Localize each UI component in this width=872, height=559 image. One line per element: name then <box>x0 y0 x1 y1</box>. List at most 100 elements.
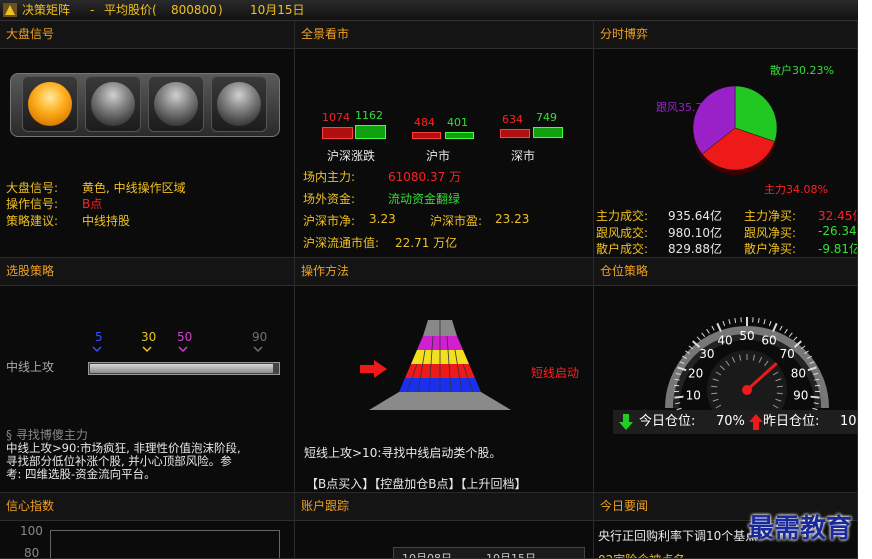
panel-market-signal: 大盘信号 大盘信号: 黄色, 中线操作区域 操作信号: B点 策略建议: 中线持… <box>0 21 295 258</box>
sh-red-count: 484 <box>414 116 435 129</box>
gauge-tick <box>772 322 778 332</box>
gauge-tick <box>722 320 726 326</box>
gauge-tick <box>734 317 737 324</box>
gauge-inner-tick <box>776 392 783 395</box>
updown-red-count: 1074 <box>322 111 350 124</box>
news-item-2[interactable]: 02家险企被点名 <box>598 551 685 558</box>
retail-vol-value: 829.88亿 <box>668 242 722 256</box>
retail-vol-label: 散户成交: <box>596 242 649 256</box>
method-links[interactable]: 【B点买入】【控盘加仓B点】【上升回档】 <box>306 475 526 492</box>
date-start: 10月08日 <box>402 552 452 559</box>
gauge-tick-label: 10 <box>686 389 701 403</box>
main-force-label: 场内主力: <box>303 170 356 184</box>
gauge-tick <box>768 320 772 326</box>
panel-position-strategy: 仓位策略 0102030405060708090100 今日仓位: 70% 昨日… <box>594 258 858 493</box>
news-item-1[interactable]: 央行正回购利率下调10个基点 <box>598 527 757 544</box>
gauge-tick <box>810 395 820 399</box>
panel-title: 大盘信号 <box>0 21 294 49</box>
arrow-right-icon <box>360 360 387 378</box>
marker-50-label: 50 <box>177 330 193 344</box>
yesterday-pos-value: 100% <box>840 414 857 429</box>
gauge-tick <box>784 328 788 334</box>
follow-vol-label: 跟风成交: <box>596 226 649 240</box>
panel-title: 分时博弈 <box>594 21 857 49</box>
signal-value: 黄色, 中线操作区域 <box>82 181 186 195</box>
panel-title: 信心指数 <box>0 493 294 521</box>
watermark: 最需教育 <box>748 514 853 544</box>
date-range-box[interactable]: 10月08日 10月15日 <box>393 547 585 559</box>
sz-red-count: 634 <box>502 113 523 126</box>
panel-confidence-index: 信心指数 100 80 <box>0 493 295 559</box>
cap-value: 22.71 万亿 <box>395 236 458 250</box>
today-pos-value: 70% <box>716 414 745 429</box>
marker-chevrons <box>92 346 263 353</box>
row-label: 中线上攻 <box>6 360 55 374</box>
signal-lamp-2 <box>85 76 141 132</box>
pe-label: 沪深市净: <box>303 214 356 228</box>
gauge-tick-label: 70 <box>779 347 794 361</box>
strategy-value: 中线持股 <box>82 214 131 228</box>
tick-80: 80 <box>24 546 40 559</box>
sh-red-bar <box>412 132 441 139</box>
marker-5-label: 5 <box>95 330 103 344</box>
method-desc: 短线上攻>10:寻找中线启动类个股。 <box>304 446 502 460</box>
gauge-tick <box>763 319 766 325</box>
follow-net-value: -26.34 <box>818 224 857 238</box>
main-net-label: 主力净买: <box>744 209 797 223</box>
updown-green-bar <box>355 125 386 139</box>
updown-red-bar <box>322 127 353 139</box>
start-label[interactable]: 短线启动 <box>531 364 579 381</box>
strength-bar-fill <box>90 364 273 373</box>
gauge-tick-label: 20 <box>688 366 703 380</box>
stock-code: 800800 <box>171 3 217 17</box>
today-pos-label: 今日仓位: <box>639 414 696 429</box>
sh-label: 沪市 <box>426 149 451 163</box>
marker-90-label: 90 <box>252 330 268 344</box>
title-date: 10月15日 <box>250 3 305 17</box>
gauge-inner-tick <box>776 385 783 388</box>
gauge-tick <box>701 332 706 338</box>
gauge-tick-label: 50 <box>739 329 754 343</box>
pb-value: 23.23 <box>495 212 530 226</box>
main-net-value: 32.45亿 <box>818 209 857 223</box>
panel-stock-strategy: 选股策略 5 30 50 90 中线上攻 § 寻找博傻主力 中线上攻>90:市场… <box>0 258 295 493</box>
gauge-tick <box>779 325 783 331</box>
signal-lamp-4 <box>211 76 267 132</box>
panel-title: 仓位策略 <box>594 258 857 286</box>
panel-account-tracking: 账户跟踪 10月08日 10月15日 <box>295 493 594 559</box>
gauge-tick <box>728 319 731 325</box>
app-logo-icon <box>3 3 17 17</box>
position-gauge: 0102030405060708090100 <box>665 317 829 412</box>
gauge-tick-label: 40 <box>717 334 732 348</box>
follow-vol-value: 980.10亿 <box>668 226 722 240</box>
gauge-tick-label: 90 <box>793 389 808 403</box>
outside-fund-value: 流动资金翻绿 <box>388 192 461 206</box>
sz-red-bar <box>500 129 530 138</box>
app-name: 决策矩阵 <box>22 3 71 17</box>
signal-lamp-yellow <box>22 76 78 132</box>
gauge-tick <box>716 322 722 332</box>
op-signal-label: 操作信号: <box>6 197 59 211</box>
sz-green-bar <box>533 127 563 138</box>
signal-label: 大盘信号: <box>6 181 59 195</box>
follow-net-label: 跟风净买: <box>744 226 797 240</box>
main-pct-label: 主力34.08% <box>764 183 828 196</box>
desc-line-3: 考: 四维选股-资金流向平台。 <box>6 467 156 481</box>
up-arrow-icon <box>749 414 763 430</box>
sz-green-count: 749 <box>536 111 557 124</box>
title-separator: - <box>90 3 95 17</box>
gauge-tick <box>696 336 701 341</box>
panel-title: 操作方法 <box>295 258 593 286</box>
panel-intraday-game: 分时博弈 散户30.23% 跟风35.70% 主力34.08% 主力成交: 93… <box>594 21 858 258</box>
retail-net-value: -9.81亿 <box>818 242 858 256</box>
op-signal-value[interactable]: B点 <box>82 195 102 212</box>
gauge-tick <box>757 317 760 324</box>
updown-green-count: 1162 <box>355 109 383 122</box>
search-icon: § <box>6 428 12 442</box>
gauge-tick <box>793 336 798 341</box>
pb-label: 沪深市盈: <box>430 214 483 228</box>
strategy-label: 策略建议: <box>6 214 59 228</box>
sh-green-bar <box>445 132 474 139</box>
hint-text: 寻找博傻主力 <box>15 428 88 442</box>
gauge-tick-label: 80 <box>791 366 806 380</box>
